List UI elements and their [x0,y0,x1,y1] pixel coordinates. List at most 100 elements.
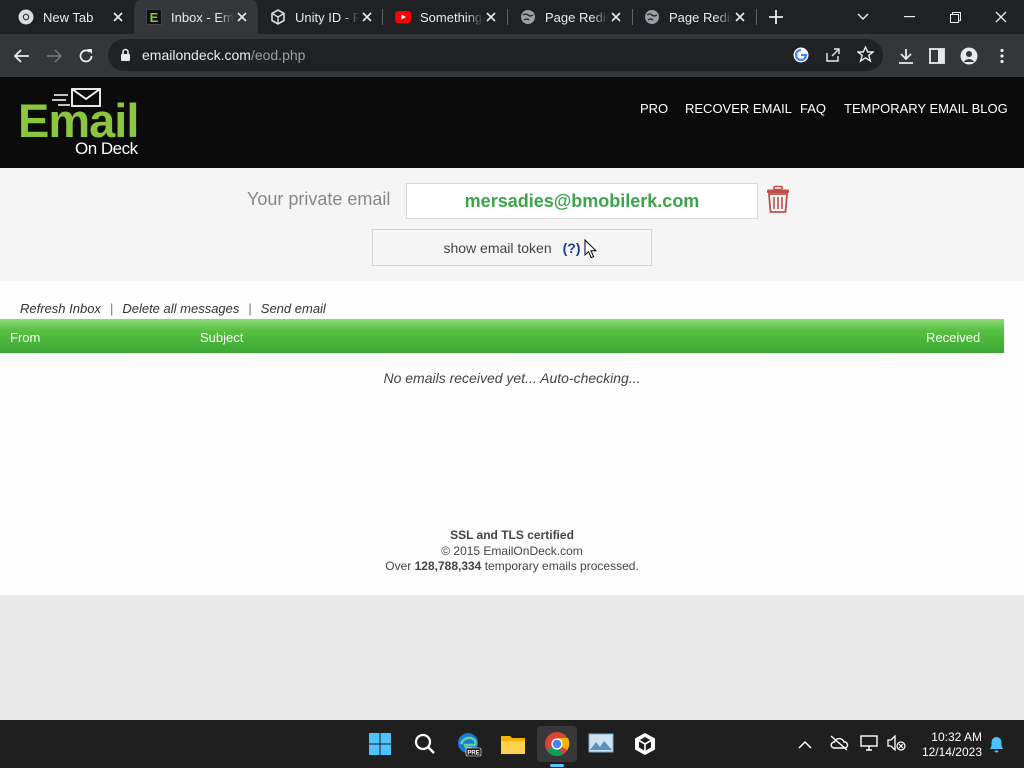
tab-page-redirection-1[interactable]: Page Redirection [508,0,632,34]
tab-strip: New Tab E Inbox - EmailOnDeck Unity ID -… [0,0,1024,34]
delete-all-messages-link[interactable]: Delete all messages [122,301,239,316]
column-received: Received [926,330,981,345]
private-email-label: Your private email [247,189,391,209]
side-panel-icon [929,48,945,64]
nav-faq[interactable]: FAQ [800,101,826,116]
column-from: From [10,330,41,345]
refresh-inbox-link[interactable]: Refresh Inbox [20,301,101,316]
share-icon[interactable] [825,47,841,68]
unity-icon [270,9,286,25]
tab-separator [756,9,757,25]
nav-recover-email[interactable]: RECOVER EMAIL [685,101,792,116]
mouse-cursor-icon [584,239,597,259]
emailondeck-logo[interactable]: Email On Deck [18,85,158,165]
show-email-token-button[interactable]: show email token (?) [372,229,652,266]
chrome-taskbar-icon[interactable] [541,728,573,760]
tab-new-tab[interactable]: New Tab [0,0,134,34]
site-header: Email On Deck PRO RECOVER EMAIL FAQ TEMP… [0,77,1024,168]
url-path: /eod.php [250,47,306,63]
onedrive-icon[interactable] [829,735,849,756]
column-subject: Subject [200,330,244,345]
close-tab-icon[interactable] [483,9,499,25]
tab-title: Something [420,9,483,25]
tab-title: New Tab [43,9,94,25]
profile-icon [960,47,978,65]
processed-count: 128,788,334 [414,559,482,573]
menu-button[interactable] [990,44,1014,68]
inbox-actions: Refresh Inbox | Delete all messages | Send e… [20,301,326,316]
tab-inbox-emailondeck[interactable]: E Inbox - EmailOnDeck [134,0,258,34]
reload-button[interactable] [74,44,98,68]
minimize-button[interactable] [886,0,932,34]
globe-icon [644,9,660,25]
back-button[interactable] [10,44,34,68]
send-email-link[interactable]: Send email [261,301,326,316]
restore-button[interactable] [932,0,978,34]
network-display-icon[interactable] [860,735,878,756]
processed-prefix: Over [385,559,412,573]
inbox-table-header: From Subject Received [0,319,1004,353]
search-icon[interactable] [409,728,441,760]
youtube-icon [395,9,411,25]
reload-icon [79,49,93,63]
arrow-right-icon [47,49,62,63]
volume-muted-icon[interactable] [886,734,906,756]
svg-text:PRE: PRE [467,750,479,756]
address-bar[interactable]: emailondeck.com/eod.php [108,39,883,71]
nav-temporary-email-blog[interactable]: TEMPORARY EMAIL BLOG [844,101,1008,116]
google-lens-icon[interactable] [793,47,809,68]
active-app-indicator [550,764,564,767]
edge-beta-icon[interactable]: PRE [453,728,485,760]
windows-start-icon[interactable] [364,728,396,760]
tab-title: Page Redirection [545,9,608,25]
logo-word: Email [18,94,139,147]
plus-icon [769,10,783,24]
clock-date: 12/14/2023 [921,745,982,759]
close-tab-icon[interactable] [608,9,624,25]
taskbar-clock[interactable]: 10:32 AM 12/14/2023 [916,730,982,760]
nav-pro[interactable]: PRO [640,101,668,116]
tab-title: Inbox - EmailOnDeck [171,9,234,25]
forward-button[interactable] [42,44,66,68]
tab-youtube[interactable]: Something [383,0,507,34]
windows-taskbar: PRE 10:32 AM 12/14/2023 [0,720,1024,768]
trash-icon[interactable] [764,185,792,213]
side-panel-button[interactable] [925,44,949,68]
new-tab-button[interactable] [766,7,786,27]
download-button[interactable] [894,44,918,68]
page-background [0,595,1024,720]
site-footer: SSL and TLS certified © 2015 EmailOnDeck… [0,528,1024,575]
chevron-up-icon[interactable] [798,737,812,755]
globe-icon [520,9,536,25]
close-window-button[interactable] [978,0,1024,34]
unity-hub-icon[interactable] [629,728,661,760]
close-tab-icon[interactable] [732,9,748,25]
tab-unity-id[interactable]: Unity ID - Privacy [258,0,383,34]
chrome-icon [18,9,34,25]
profile-button[interactable] [957,44,981,68]
file-explorer-icon[interactable] [497,728,529,760]
ssl-certified-text: SSL and TLS certified [450,528,574,542]
photo-viewer-icon[interactable] [585,728,617,760]
notification-bell-icon[interactable] [989,736,1004,758]
tab-page-redirection-2[interactable]: Page Redirection [632,0,756,34]
processed-count-text: Over 128,788,334 temporary emails proces… [0,559,1024,575]
logo-subtitle: On Deck [75,139,138,158]
bookmark-star-icon[interactable] [856,45,875,68]
token-help-link[interactable]: (?) [563,240,581,256]
lock-icon[interactable] [120,48,131,67]
tab-title: Unity ID - Privacy [295,9,359,25]
close-tab-icon[interactable] [110,9,126,25]
tab-search-button[interactable] [840,0,886,34]
close-tab-icon[interactable] [359,9,375,25]
tab-title: Page Redirection [669,9,732,25]
url-text[interactable]: emailondeck.com/eod.php [142,47,305,63]
separator: | [248,301,252,316]
download-icon [899,49,913,64]
empty-inbox-message: No emails received yet... Auto-checking.… [383,370,641,386]
close-tab-icon[interactable] [234,9,250,25]
private-email-address[interactable]: mersadies@bmobilerk.com [406,183,758,219]
kebab-menu-icon [1000,48,1004,64]
processed-suffix: temporary emails processed. [484,559,639,573]
inbox-panel: Refresh Inbox | Delete all messages | Send e… [0,281,1024,595]
